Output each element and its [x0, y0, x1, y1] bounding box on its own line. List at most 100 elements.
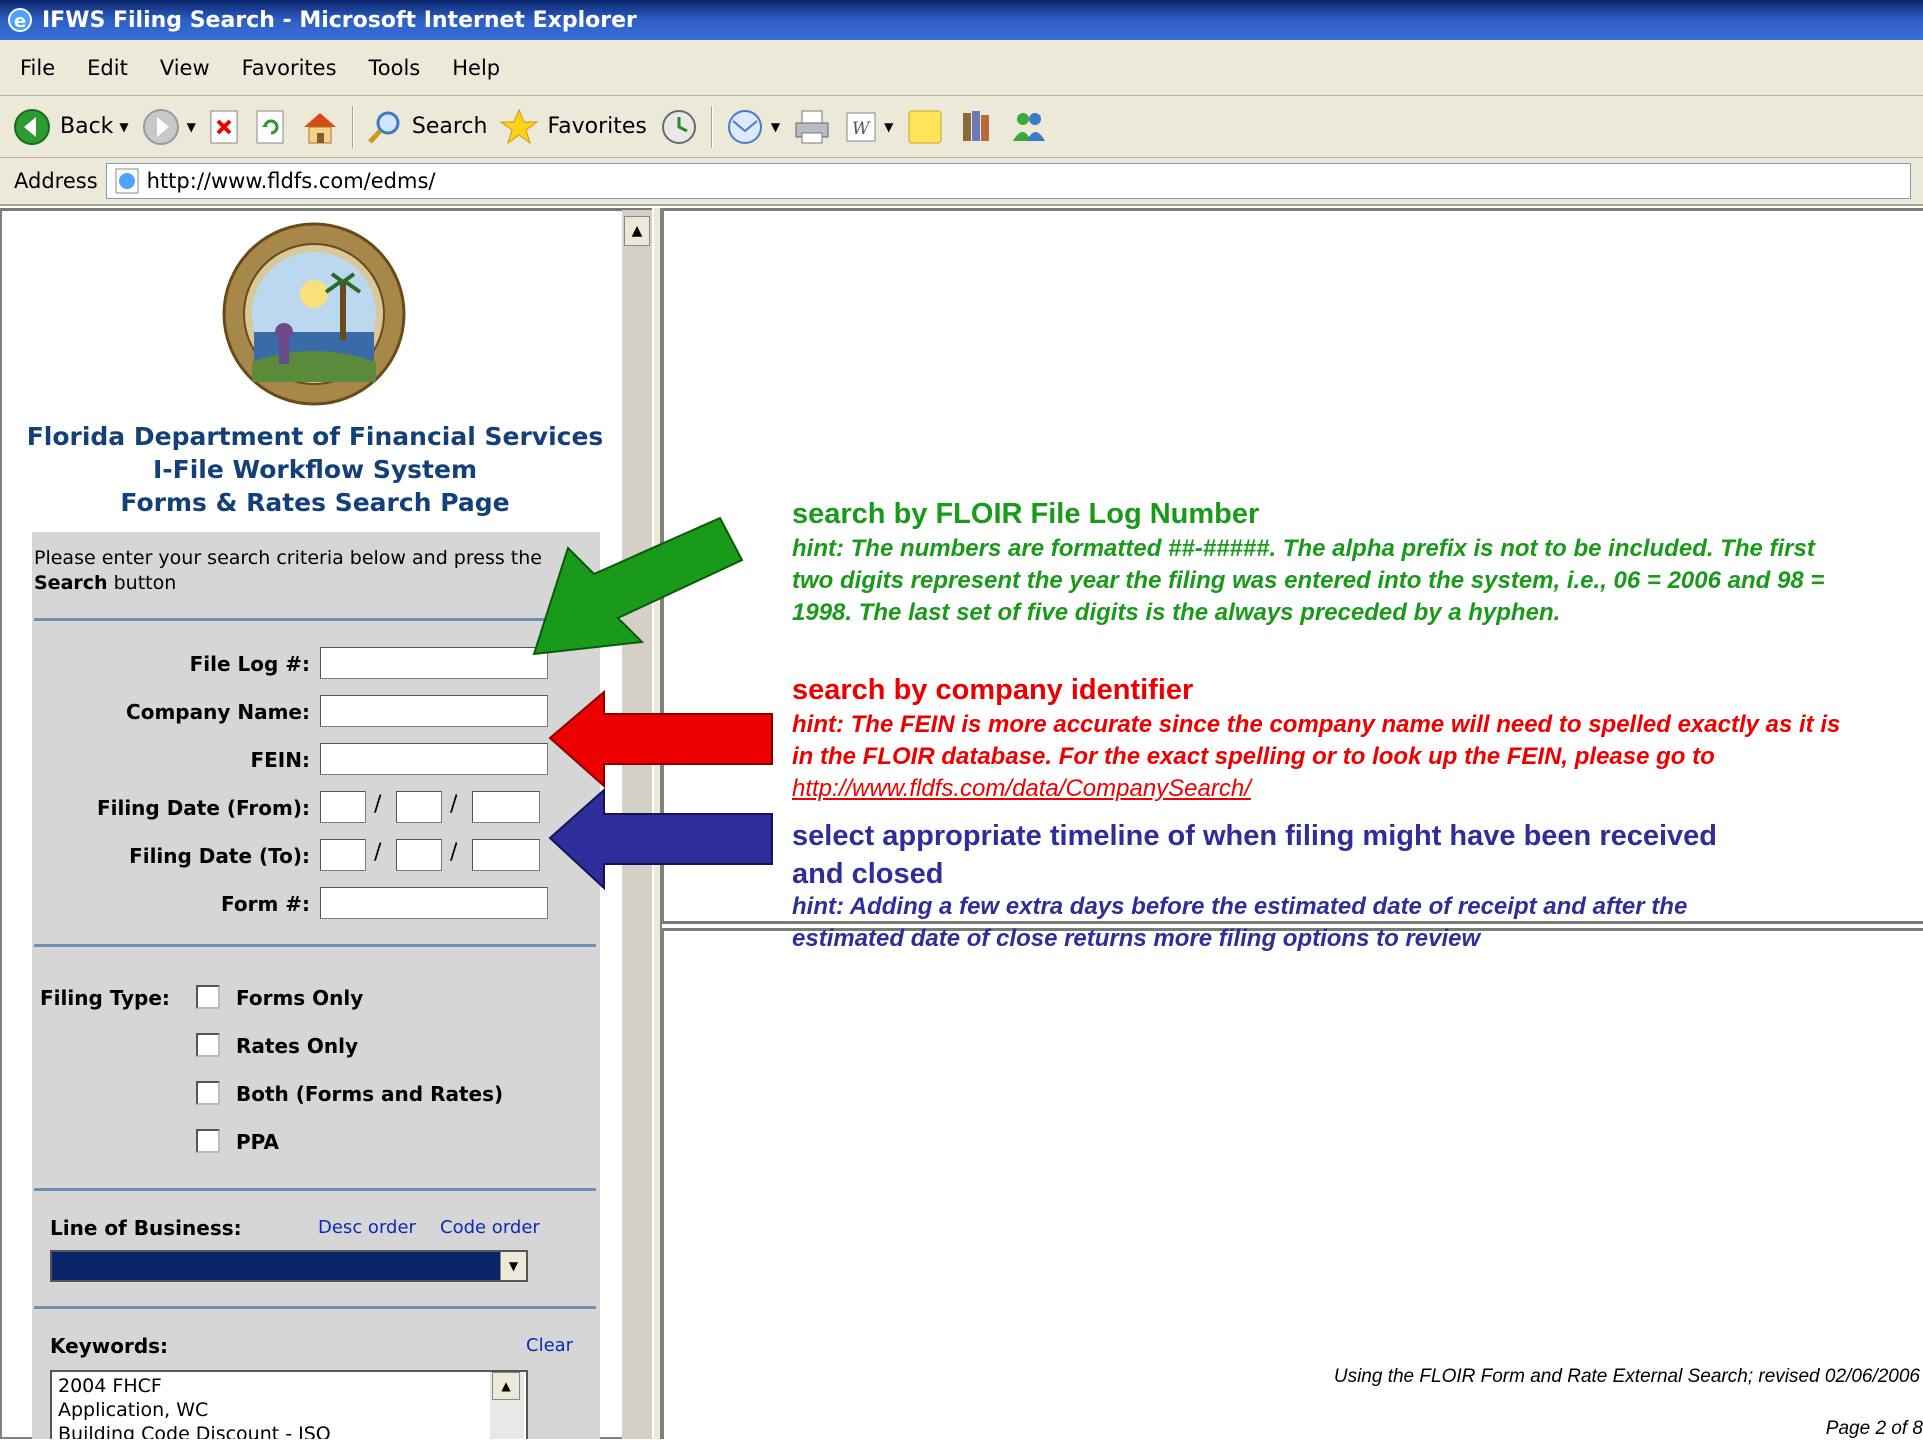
svg-text:W: W [852, 119, 871, 139]
ie-icon: e [8, 8, 32, 32]
svg-text:e: e [14, 11, 26, 32]
date-separator: / [450, 840, 458, 865]
word-button[interactable]: W ▼ [844, 110, 893, 144]
forward-button[interactable]: ▼ [141, 107, 196, 147]
mail-icon [727, 109, 762, 144]
refresh-icon [256, 110, 284, 143]
divider [34, 618, 596, 621]
back-dropdown-icon[interactable]: ▼ [119, 120, 128, 134]
both-forms-rates-checkbox[interactable] [196, 1081, 220, 1105]
print-button[interactable] [792, 107, 832, 147]
org-title-line2: I-File Workflow System [152, 455, 477, 484]
divider [34, 1188, 596, 1191]
filing-date-to-day[interactable] [396, 839, 442, 871]
org-title-line1: Florida Department of Financial Services [26, 422, 604, 451]
results-frame-bottom [662, 928, 1923, 1439]
history-button[interactable] [659, 107, 699, 147]
notes-icon [908, 110, 942, 143]
forms-only-label: Forms Only [236, 986, 364, 1010]
file-log-input[interactable] [320, 647, 548, 679]
toolbar: Back ▼ ▼ Search Favorites ▼ W ▼ [0, 96, 1923, 158]
intro-text-bold: Search [34, 572, 108, 594]
word-dropdown-icon[interactable]: ▼ [884, 120, 893, 134]
address-label: Address [14, 169, 98, 193]
toolbar-separator [710, 105, 713, 148]
back-button[interactable]: Back ▼ [12, 107, 129, 147]
divider [34, 1306, 596, 1309]
fein-label: FEIN: [250, 748, 310, 772]
mail-dropdown-icon[interactable]: ▼ [771, 120, 780, 134]
list-item[interactable]: Application, WC [58, 1398, 526, 1422]
menu-tools[interactable]: Tools [369, 56, 421, 80]
forms-only-checkbox[interactable] [196, 985, 220, 1009]
filing-date-from-label: Filing Date (From): [96, 796, 310, 820]
toolbar-separator [351, 105, 354, 148]
messenger-button[interactable] [1009, 107, 1049, 147]
menu-file[interactable]: File [20, 56, 55, 80]
line-of-business-label: Line of Business: [50, 1216, 242, 1240]
filing-date-from-month[interactable] [320, 791, 366, 823]
filing-date-to-label: Filing Date (To): [129, 844, 310, 868]
desc-order-link[interactable]: Desc order [318, 1217, 416, 1238]
keywords-scrollbar[interactable]: ▲ [490, 1372, 524, 1439]
chevron-down-icon[interactable]: ▼ [500, 1252, 526, 1280]
research-button[interactable] [957, 107, 997, 147]
forward-dropdown-icon[interactable]: ▼ [187, 120, 196, 134]
window-title: IFWS Filing Search - Microsoft Internet … [42, 7, 637, 33]
search-button[interactable]: Search [366, 108, 488, 146]
research-icon [963, 110, 990, 141]
keywords-list[interactable]: 2004 FHCF Application, WC Building Code … [50, 1370, 528, 1439]
rates-only-label: Rates Only [236, 1034, 359, 1058]
date-separator: / [374, 792, 382, 817]
code-order-link[interactable]: Code order [440, 1217, 540, 1238]
rates-only-checkbox[interactable] [196, 1033, 220, 1057]
both-forms-rates-label: Both (Forms and Rates) [236, 1082, 504, 1106]
ppa-label: PPA [236, 1130, 279, 1154]
filing-date-from-year[interactable] [472, 791, 540, 823]
back-label: Back [60, 114, 114, 139]
florida-seal [222, 222, 406, 406]
menu-help[interactable]: Help [452, 56, 500, 80]
home-icon [303, 112, 336, 143]
company-name-input[interactable] [320, 695, 548, 727]
stop-button[interactable] [208, 109, 242, 145]
intro-text-post: button [107, 572, 177, 594]
company-annotation-heading: search by company identifier [792, 674, 1194, 706]
line-of-business-select[interactable]: ▼ [50, 1250, 528, 1282]
stop-icon [210, 110, 238, 143]
divider [34, 944, 596, 947]
scroll-up-icon[interactable]: ▲ [624, 216, 650, 246]
list-item[interactable]: Building Code Discount - ISO [58, 1422, 526, 1439]
fein-input[interactable] [320, 743, 548, 775]
notes-button[interactable] [905, 107, 945, 147]
clear-link[interactable]: Clear [526, 1335, 573, 1356]
filing-date-from-day[interactable] [396, 791, 442, 823]
page-number: Page 2 of 8 [1825, 1418, 1923, 1439]
messenger-icon [1013, 112, 1046, 141]
date-separator: / [450, 792, 458, 817]
company-search-link[interactable]: http://www.fldfs.com/data/CompanySearch/ [792, 775, 1251, 802]
menu-view[interactable]: View [160, 56, 210, 80]
address-input[interactable]: http://www.fldfs.com/edms/ [105, 163, 1911, 199]
form-number-input[interactable] [320, 887, 548, 919]
mail-button[interactable]: ▼ [725, 107, 780, 147]
home-button[interactable] [300, 107, 340, 147]
list-item[interactable]: 2004 FHCF [58, 1374, 526, 1398]
search-label: Search [411, 114, 488, 139]
file-log-annotation-hint: hint: The numbers are formatted ##-#####… [792, 535, 1825, 626]
history-icon [661, 109, 696, 144]
scroll-up-icon[interactable]: ▲ [492, 1372, 520, 1400]
window-title-bar: e IFWS Filing Search - Microsoft Interne… [0, 0, 1923, 40]
favorites-button[interactable]: Favorites [499, 107, 647, 147]
refresh-button[interactable] [254, 109, 288, 145]
company-annotation-hint: hint: The FEIN is more accurate since th… [792, 709, 1852, 805]
menu-favorites[interactable]: Favorites [242, 56, 337, 80]
filing-date-to-year[interactable] [472, 839, 540, 871]
ppa-checkbox[interactable] [196, 1129, 220, 1153]
print-icon [795, 110, 829, 143]
menu-edit[interactable]: Edit [87, 56, 128, 80]
page-icon [115, 168, 139, 194]
filing-type-label: Filing Type: [40, 986, 170, 1010]
keywords-label: Keywords: [50, 1334, 169, 1358]
filing-date-to-month[interactable] [320, 839, 366, 871]
